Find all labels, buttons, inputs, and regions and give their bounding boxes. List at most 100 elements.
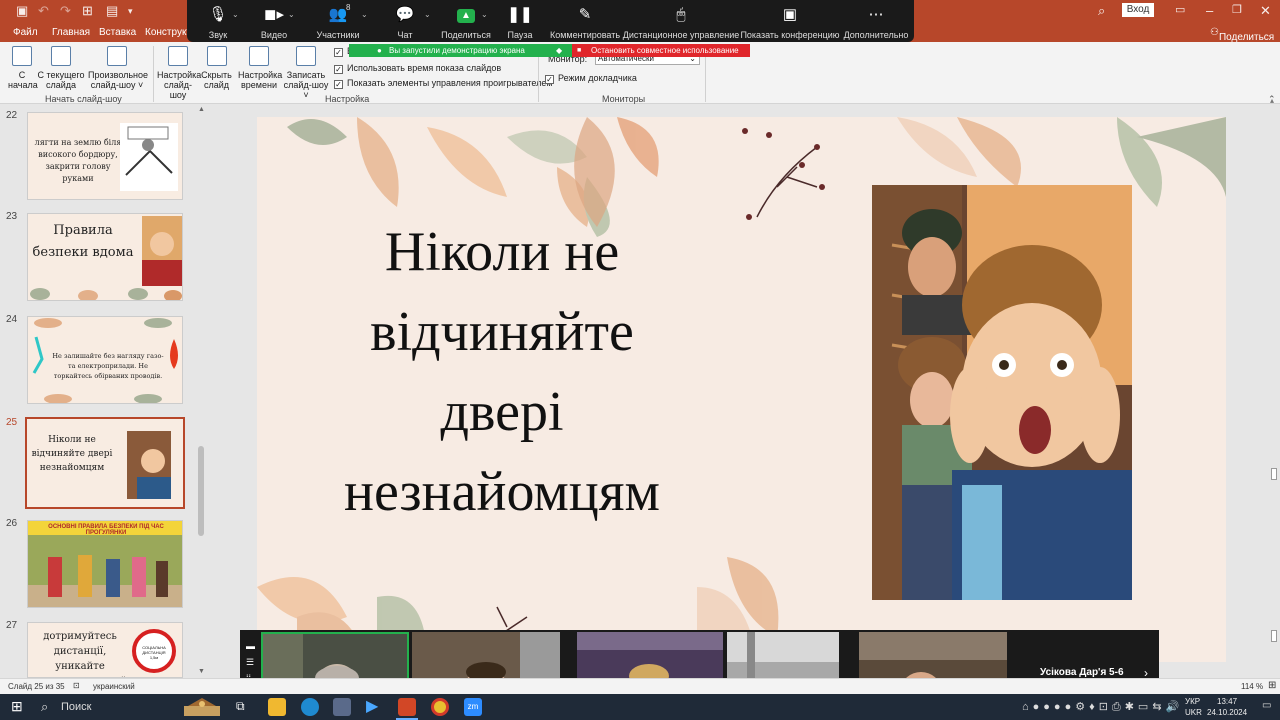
zoom-meeting-toolbar: 🎙 Звук ⌄ ◼▸ Видео ⌄ 👥 8 Участники ⌄ 💬 Ча… <box>187 0 914 42</box>
record-icon <box>296 46 316 66</box>
pane-collapse-icon[interactable]: ▴ <box>1270 96 1274 105</box>
slide-thumbnail-22[interactable]: лягти на землю біля високого бордюру, за… <box>27 112 183 200</box>
task-view-icon[interactable]: ⧉ <box>236 699 245 714</box>
checkbox-show-controls[interactable]: ✓ Показать элементы управления проигрыват… <box>334 78 553 89</box>
from-start-button[interactable]: С начала <box>8 46 38 90</box>
minimize-strip-icon[interactable]: ▬ <box>246 638 255 654</box>
chevron-down-icon[interactable]: ⌄ <box>361 10 368 19</box>
undo-icon[interactable]: ↶ <box>38 3 49 19</box>
tab-insert[interactable]: Вставка <box>99 27 136 38</box>
scrollbar-thumb[interactable] <box>198 446 204 536</box>
chat-icon: 💬 <box>395 6 415 23</box>
chevron-down-icon[interactable]: ⌄ <box>481 10 488 19</box>
checkbox-icon: ✓ <box>334 65 343 74</box>
file-explorer-icon[interactable] <box>268 698 286 716</box>
remote-control-button[interactable]: 🖱 Дистанционное управление <box>623 0 739 42</box>
slide-counter: Слайд 25 из 35 <box>8 682 65 691</box>
system-tray-icons[interactable]: ⌂●●●●⚙♦⊡⎙✱▭⇆🔊 <box>1022 700 1183 714</box>
slide-thumbnail-24[interactable]: Не залишайте без нагляду газо- та електр… <box>27 316 183 404</box>
checkbox-icon: ✓ <box>334 80 343 89</box>
setup-show-icon <box>168 46 188 66</box>
participants-count: 8 <box>346 3 351 12</box>
tab-file[interactable]: Файл <box>13 27 38 38</box>
checkbox-show-controls-label: Показать элементы управления проигрывате… <box>347 78 553 88</box>
spellcheck-icon[interactable]: ⊡ <box>73 681 80 690</box>
chrome-icon[interactable] <box>431 698 449 716</box>
chevron-down-icon[interactable]: ⌄ <box>232 10 239 19</box>
start-slideshow-icon[interactable]: ⊞ <box>82 3 93 19</box>
search-highlight-icon[interactable] <box>178 696 226 718</box>
participants-button[interactable]: 👥 8 Участники <box>317 0 360 42</box>
taskbar-search[interactable]: ⌕ Поиск <box>33 696 173 718</box>
chevron-down-icon[interactable]: ⌄ <box>424 10 431 19</box>
from-current-button[interactable]: С текущего слайда <box>37 46 85 90</box>
signin-button[interactable]: Вход <box>1122 3 1154 17</box>
thumbnails-scrollbar[interactable]: ▲ ▼ <box>196 104 206 678</box>
checkbox-presenter-view[interactable]: ✓ Режим докладчика <box>545 73 637 84</box>
close-icon[interactable]: ✕ <box>1260 3 1271 19</box>
slide-number-active: 25 <box>6 417 18 428</box>
notes-toggle-icon[interactable] <box>1271 468 1277 480</box>
scroll-position-icon[interactable] <box>1271 630 1277 642</box>
stop-share-button[interactable]: ■ Остановить совместное использование <box>572 44 750 57</box>
participants-label: Участники <box>316 30 360 40</box>
slide-title[interactable]: Ніколи не відчиняйте двері незнайомцям <box>317 212 687 532</box>
pause-share-button[interactable]: ❚❚ Пауза <box>504 0 536 42</box>
annotate-button[interactable]: ✎ Комментировать <box>550 0 620 42</box>
home-alone-photo <box>872 185 1132 600</box>
notifications-icon[interactable]: ▭ <box>1262 700 1271 711</box>
redo-icon[interactable]: ↷ <box>60 3 71 19</box>
share-button[interactable]: ⚇ Поделиться <box>1210 27 1274 43</box>
audio-button[interactable]: 🎙 Звук <box>201 0 235 42</box>
remote-control-icon: 🖱 <box>676 6 686 23</box>
save-icon[interactable]: ▣ <box>16 3 28 19</box>
zoom-level[interactable]: 114 % <box>1241 682 1263 691</box>
input-language-code[interactable]: UKR <box>1185 708 1202 717</box>
list-view-icon[interactable]: ☰ <box>246 654 255 670</box>
windows-start-icon[interactable]: ⊞ <box>11 698 23 715</box>
clock-date[interactable]: 24.10.2024 <box>1207 708 1247 717</box>
chat-button[interactable]: 💬 Чат <box>387 0 423 42</box>
slide-thumbnail-26[interactable]: ОСНОВНІ ПРАВИЛА БЕЗПЕКИ ПІД ЧАС ПРОГУЛЯН… <box>27 520 183 608</box>
media-player-icon[interactable]: ▶ <box>366 698 384 716</box>
powerpoint-icon[interactable] <box>398 698 416 716</box>
customize-qat-icon[interactable]: ▾ <box>128 6 133 17</box>
custom-show-button[interactable]: Произвольное слайд-шоу ˅ <box>88 46 148 90</box>
hide-slide-button[interactable]: Скрыть слайд <box>201 46 232 90</box>
checkbox-use-timings[interactable]: ✓ Использовать время показа слайдов <box>334 63 501 74</box>
remote-control-label: Дистанционное управление <box>622 30 740 40</box>
rehearse-button[interactable]: Настройка времени <box>238 46 282 90</box>
ribbon-display-icon[interactable]: ▭ <box>1175 3 1185 16</box>
minimize-icon[interactable]: – <box>1206 3 1213 18</box>
clock-time[interactable]: 13:47 <box>1217 697 1237 706</box>
slide-photo[interactable] <box>872 185 1132 600</box>
more-button[interactable]: ⋯ Дополнительно <box>844 0 909 42</box>
tab-home[interactable]: Главная <box>52 27 90 38</box>
pause-icon: ❚❚ <box>507 6 533 23</box>
layout-icon[interactable]: ▤ <box>106 3 118 19</box>
search-icon[interactable]: ⌕ <box>1098 3 1105 19</box>
slide-thumbnail-25[interactable]: Ніколи не відчиняйте двері незнайомцям <box>25 417 185 509</box>
scroll-down-icon[interactable]: ▼ <box>198 668 205 675</box>
video-button[interactable]: ◼▸ Видео <box>257 0 291 42</box>
zoom-app-icon[interactable]: zm <box>464 698 482 716</box>
save-drive-icon[interactable] <box>333 698 351 716</box>
setup-show-button[interactable]: Настройка слайд-шоу <box>157 46 201 100</box>
fit-slide-icon[interactable]: ⊞ <box>1268 680 1276 691</box>
edge-icon[interactable] <box>301 698 319 716</box>
share-screen-button[interactable]: ▲ Поделиться <box>441 0 491 42</box>
language-indicator[interactable]: украинский <box>93 682 135 691</box>
input-language[interactable]: УКР <box>1185 697 1200 706</box>
from-start-label-1: С <box>18 70 26 80</box>
chevron-down-icon[interactable]: ⌄ <box>288 10 295 19</box>
restore-icon[interactable]: ❐ <box>1232 3 1242 16</box>
share-screen-label: Поделиться <box>441 30 491 40</box>
record-button[interactable]: Записать слайд-шоу ˅ <box>282 46 330 100</box>
from-current-label-2: слайда <box>45 80 77 90</box>
shield-icon: ◆ <box>556 46 563 55</box>
show-meeting-button[interactable]: ▣ Показать конференцию <box>740 0 839 42</box>
slide-thumbnail-27[interactable]: дотримуйтесь дистанції, уникайте скупчен… <box>27 622 183 678</box>
slide-thumbnail-23[interactable]: Правила безпеки вдома <box>27 213 183 301</box>
slide-canvas[interactable]: Ніколи не відчиняйте двері незнайомцям <box>257 117 1226 662</box>
scroll-up-icon[interactable]: ▲ <box>198 106 205 113</box>
